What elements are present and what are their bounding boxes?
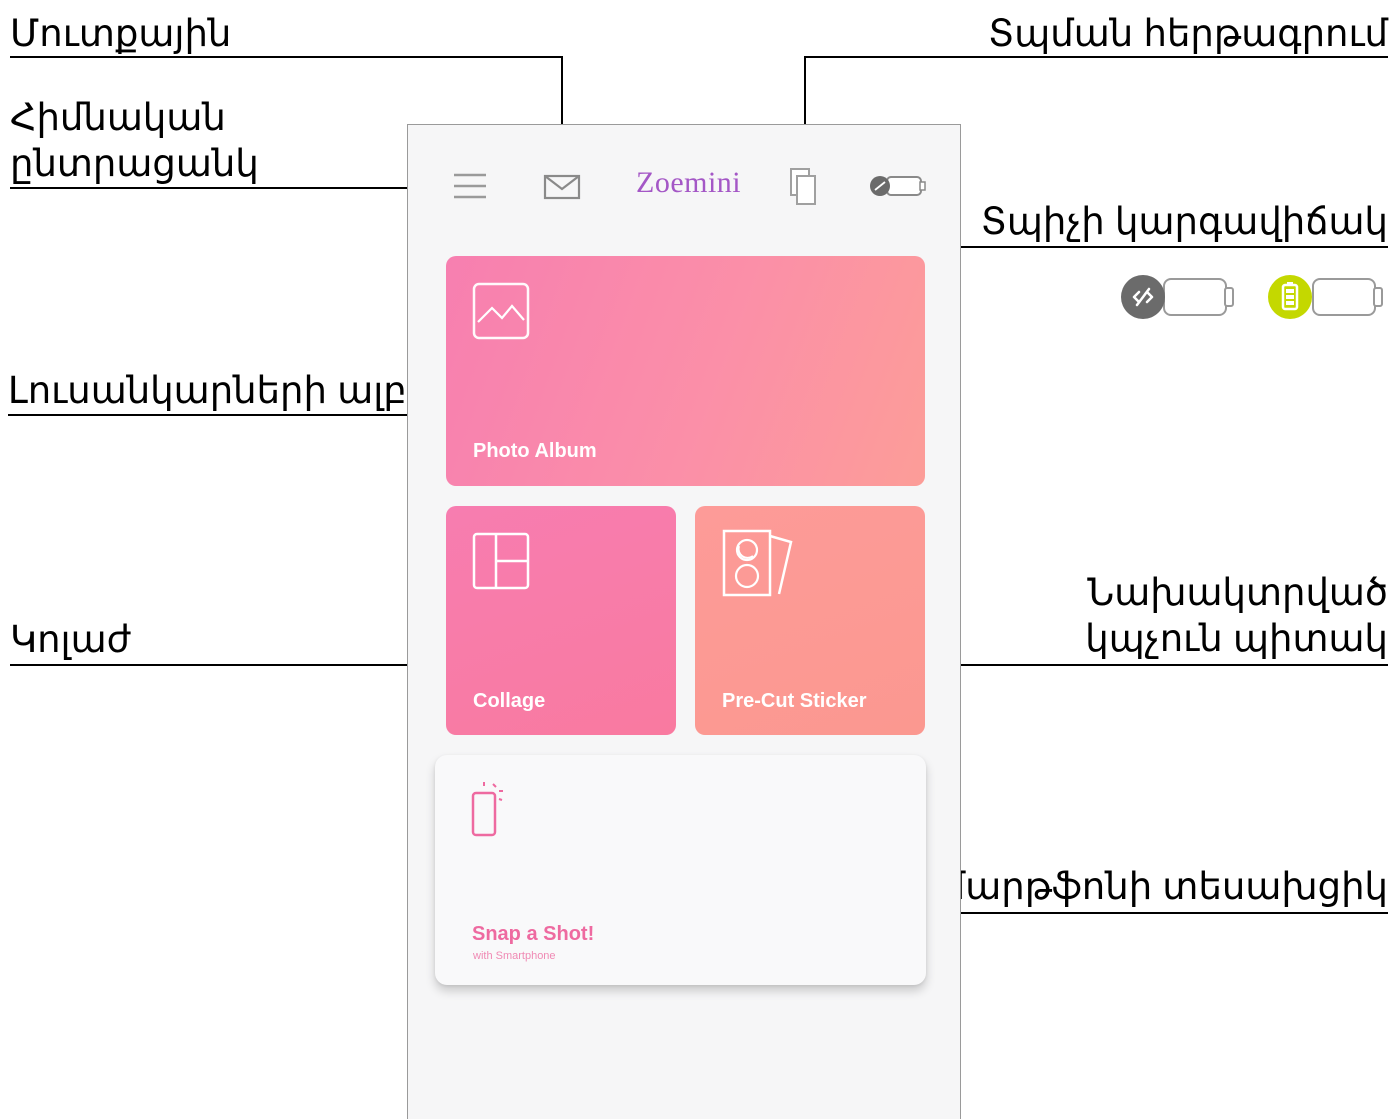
picture-frame-icon bbox=[472, 282, 530, 345]
callout-precut-line2: կպչուն պիտակ bbox=[1085, 618, 1388, 659]
callout-photo-album: Լուսանկարների ալբոմ bbox=[8, 370, 454, 411]
hamburger-menu-icon[interactable] bbox=[452, 172, 488, 205]
photo-album-card[interactable]: Photo Album bbox=[446, 256, 925, 486]
leader-snap bbox=[887, 912, 1388, 914]
collage-card[interactable]: Collage bbox=[446, 506, 676, 735]
callout-collage: Կոլաժ bbox=[10, 619, 131, 660]
callout-main-menu-line1: Հիմնական bbox=[10, 97, 226, 138]
callout-smartphone-viewfinder: Սմարթֆոնի տեսախցիկ bbox=[914, 866, 1388, 907]
callout-print-queue: Տպման հերթագրում bbox=[988, 13, 1388, 54]
leader-inbox-h bbox=[10, 56, 563, 58]
callout-printer-status: Տպիչի կարգավիճակ bbox=[980, 201, 1388, 242]
collage-layout-icon bbox=[472, 532, 530, 595]
app-brand-logo: Zoemini bbox=[636, 166, 742, 199]
photo-album-label: Photo Album bbox=[473, 440, 597, 462]
collage-label: Collage bbox=[473, 690, 546, 712]
print-queue-icon[interactable] bbox=[788, 166, 820, 211]
precut-sticker-label: Pre-Cut Sticker bbox=[722, 690, 867, 712]
snap-shot-card[interactable]: Snap a Shot! with Smartphone bbox=[435, 755, 926, 985]
callout-inbox: Մուտքային bbox=[10, 13, 232, 54]
snap-shot-title: Snap a Shot! bbox=[472, 923, 595, 945]
battery-connected-printer-icon bbox=[1267, 274, 1387, 325]
leader-printer-status-h bbox=[898, 246, 1388, 248]
callout-main-menu-line2: ընտրացանկ bbox=[10, 143, 259, 184]
precut-sticker-card[interactable]: Pre-Cut Sticker bbox=[695, 506, 925, 735]
leader-precut bbox=[887, 664, 1388, 666]
disconnected-printer-icon bbox=[1120, 274, 1238, 325]
printer-status-icon[interactable] bbox=[868, 172, 930, 205]
leader-print-queue-h bbox=[804, 56, 1388, 58]
leader-main-menu bbox=[10, 187, 430, 189]
smartphone-icon bbox=[471, 779, 511, 844]
envelope-icon[interactable] bbox=[543, 174, 581, 205]
sticker-sheet-icon bbox=[721, 528, 797, 605]
snap-shot-subtitle: with Smartphone bbox=[473, 950, 556, 962]
callout-precut-line1: Նախակտրված bbox=[1087, 572, 1388, 613]
